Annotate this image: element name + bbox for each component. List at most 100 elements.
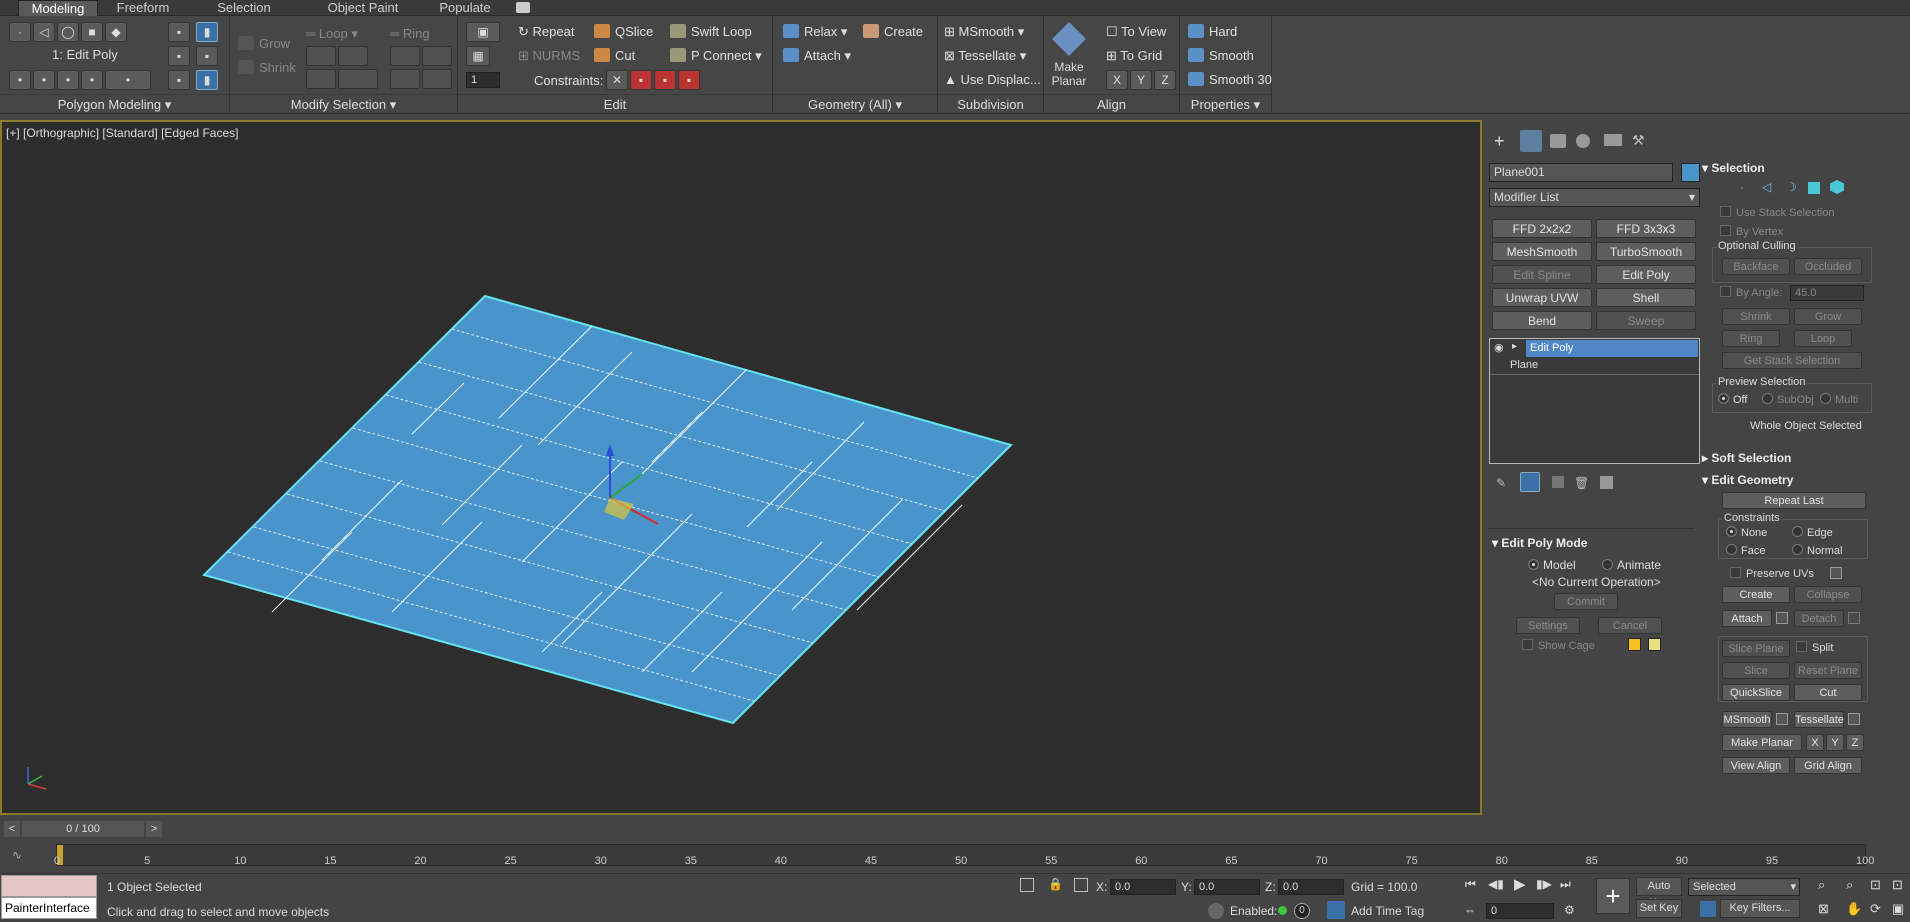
next-key-icon[interactable]: ▮▶ <box>1536 877 1552 891</box>
smooth-button[interactable]: Smooth <box>1188 46 1254 66</box>
selection-header[interactable]: ▾ Selection <box>1702 158 1765 178</box>
make-planar-icon[interactable] <box>1052 22 1086 56</box>
ring-dots-icon[interactable] <box>422 69 452 89</box>
object-name-field[interactable]: Plane001 <box>1489 163 1673 182</box>
use-stack-selection-checkbox[interactable]: Use Stack Selection <box>1720 206 1834 219</box>
display-tab-icon[interactable] <box>1604 134 1622 146</box>
constraint-none-icon[interactable]: ✕ <box>606 70 628 90</box>
preserve-uvs-settings-icon[interactable] <box>1830 567 1842 579</box>
msmooth-settings-icon[interactable] <box>1776 713 1788 725</box>
adaptive-degradation-icon[interactable] <box>1208 903 1224 919</box>
loop-mode-icon[interactable] <box>306 69 336 89</box>
key-filters-button[interactable]: Key Filters... <box>1720 899 1800 918</box>
collapse-button[interactable]: Collapse <box>1794 586 1862 603</box>
loop-grow-icon[interactable] <box>306 46 336 66</box>
stack-icon-3[interactable]: ▪ <box>168 46 190 66</box>
constraint-normal-icon[interactable]: ▪ <box>678 70 700 90</box>
tessellate-button-cmd[interactable]: Tessellate <box>1794 711 1844 728</box>
loop-button-cmd[interactable]: Loop <box>1794 330 1852 347</box>
edit-spline-button[interactable]: Edit Spline <box>1492 265 1592 284</box>
remove-modifier-icon[interactable]: 🗑 <box>1574 476 1589 490</box>
cage-color-1[interactable] <box>1628 638 1641 651</box>
set-key-big-icon[interactable]: + <box>1596 878 1630 914</box>
shrink-button-cmd[interactable]: Shrink <box>1722 308 1790 325</box>
constraint-edge-radio[interactable]: Edge <box>1792 526 1833 539</box>
constraint-normal-radio[interactable]: Normal <box>1792 544 1842 557</box>
prev-frame-icon[interactable]: < <box>4 821 20 837</box>
unwrap-uvw-button[interactable]: Unwrap UVW <box>1492 288 1592 307</box>
align-x-button[interactable]: X <box>1106 70 1128 90</box>
orbit-icon[interactable]: ⟳ <box>1870 901 1881 917</box>
commit-button[interactable]: Commit <box>1554 593 1618 610</box>
preview-off-radio[interactable]: Off <box>1718 393 1747 406</box>
tab-populate[interactable]: Populate <box>425 0 505 16</box>
to-grid-button[interactable]: ⊞ To Grid <box>1106 46 1162 66</box>
show-cage-checkbox[interactable]: Show Cage <box>1522 639 1595 652</box>
object-color-swatch[interactable] <box>1681 163 1700 182</box>
ring-button-cmd[interactable]: Ring <box>1722 330 1780 347</box>
current-frame-field[interactable]: 0 <box>1486 903 1554 919</box>
meshsmooth-button[interactable]: MeshSmooth <box>1492 242 1592 261</box>
key-selection-dropdown[interactable]: Selected ▾ <box>1688 878 1800 896</box>
constraint-edge-icon[interactable]: ▪ <box>630 70 652 90</box>
bend-button[interactable]: Bend <box>1492 311 1592 330</box>
set-key-button[interactable]: Set Key <box>1636 899 1682 918</box>
grid-align-button[interactable]: Grid Align <box>1794 757 1862 774</box>
pin-stack-icon[interactable]: ✎ <box>1496 476 1506 490</box>
x-coordinate[interactable]: 0.0 <box>1110 879 1176 895</box>
attach-list-icon[interactable] <box>1776 612 1788 624</box>
go-to-start-icon[interactable]: ⏮ <box>1465 877 1476 892</box>
planar-x-button[interactable]: X <box>1806 734 1824 751</box>
z-coordinate[interactable]: 0.0 <box>1278 879 1344 895</box>
qslice-button[interactable]: QSlice <box>594 22 653 42</box>
grow-button[interactable]: Grow <box>238 34 290 54</box>
msmooth-button[interactable]: ⊞ MSmooth ▾ <box>944 22 1024 42</box>
attach-button-cmd[interactable]: Attach <box>1722 610 1772 627</box>
sweep-button[interactable]: Sweep <box>1596 311 1696 330</box>
tweak-spinner[interactable]: 1 <box>466 72 500 88</box>
loop-shrink-icon[interactable] <box>338 46 368 66</box>
repeat-button[interactable]: ↻ Repeat <box>518 22 574 42</box>
constraint-none-radio[interactable]: None <box>1726 526 1767 539</box>
slice-plane-button[interactable]: Slice Plane <box>1722 640 1790 657</box>
auto-key-button[interactable]: Auto Key <box>1636 877 1682 909</box>
swift-loop-button[interactable]: Swift Loop <box>670 22 752 42</box>
preserve-uvs-checkbox[interactable]: Preserve UVs <box>1730 567 1814 580</box>
use-displace-button[interactable]: ▲ Use Displac... <box>944 70 1041 90</box>
stack-item-plane[interactable]: Plane <box>1510 359 1538 371</box>
vertex-icon[interactable]: · <box>9 22 31 42</box>
edit-geometry-header[interactable]: ▾ Edit Geometry <box>1702 470 1793 490</box>
eye-icon[interactable]: ◉ <box>1494 341 1504 354</box>
to-view-button[interactable]: ☐ To View <box>1106 22 1166 42</box>
time-slider[interactable]: 0 / 100 <box>22 821 144 837</box>
constraint-face-radio[interactable]: Face <box>1726 544 1765 557</box>
add-time-tag-icon[interactable] <box>1327 901 1345 919</box>
ribbon-options-icon[interactable] <box>516 2 530 13</box>
slice-button[interactable]: Slice <box>1722 662 1790 679</box>
animate-radio[interactable]: Animate <box>1602 558 1661 572</box>
view-align-button[interactable]: View Align <box>1722 757 1790 774</box>
split-checkbox[interactable]: Split <box>1796 641 1833 654</box>
cut-button[interactable]: Cut <box>594 46 635 66</box>
cancel-button[interactable]: Cancel <box>1598 617 1662 634</box>
align-y-button[interactable]: Y <box>1130 70 1152 90</box>
curve-editor-icon[interactable]: ∿ <box>12 848 22 862</box>
viewport-orthographic[interactable]: [+] [Orthographic] [Standard] [Edged Fac… <box>0 120 1482 815</box>
element-icon[interactable]: ◆ <box>105 22 127 42</box>
plane-object[interactable] <box>2 122 1480 813</box>
pan-icon[interactable]: ✋ <box>1846 901 1862 917</box>
zoom-all-icon[interactable]: ⌕ <box>1846 877 1853 893</box>
create-tab-icon[interactable]: + <box>1494 132 1512 150</box>
make-planar-button[interactable]: Make Planar <box>1046 60 1092 88</box>
stack-icon-2[interactable]: ▮ <box>196 22 218 42</box>
isolate-selection-icon[interactable] <box>1020 878 1034 892</box>
lock-icon[interactable]: 🔒 <box>1048 877 1063 891</box>
configure-sets-icon[interactable] <box>1600 476 1613 489</box>
go-to-end-icon[interactable]: ⏭ <box>1560 877 1571 892</box>
add-time-tag[interactable]: Add Time Tag <box>1351 904 1424 918</box>
ring-button[interactable]: ═ Ring <box>390 24 430 44</box>
zoom-extents-all-icon[interactable]: ⊡ <box>1892 877 1903 893</box>
expand-icon[interactable]: ▸ <box>1512 341 1517 352</box>
edit-poly-mode-header[interactable]: ▾ Edit Poly Mode <box>1492 533 1587 553</box>
preserve-uvs-icon[interactable]: ▣ <box>466 22 500 42</box>
